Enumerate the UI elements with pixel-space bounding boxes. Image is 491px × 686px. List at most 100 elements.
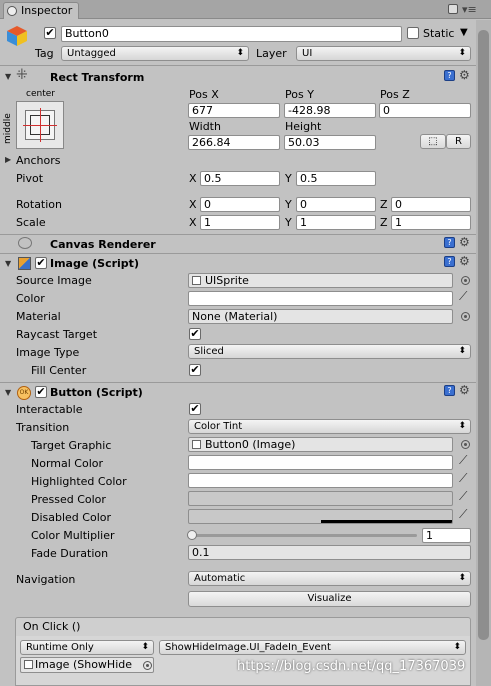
disabled-color-swatch[interactable]: [188, 509, 453, 524]
rotation-z-field[interactable]: 0: [391, 197, 471, 212]
color-multiplier-slider-thumb[interactable]: [187, 530, 197, 540]
foldout-arrow-icon[interactable]: ▼: [5, 388, 11, 397]
help-book-icon[interactable]: ?: [444, 237, 455, 248]
posy-label: Pos Y: [285, 88, 314, 101]
name-field[interactable]: Button0: [61, 26, 402, 42]
image-enabled-checkbox[interactable]: ✔: [35, 257, 47, 269]
posz-field[interactable]: 0: [379, 103, 471, 118]
source-image-label: Source Image: [16, 274, 92, 287]
image-type-dropdown[interactable]: Sliced ⬍: [188, 344, 471, 359]
eyedropper-icon[interactable]: ⟋: [459, 454, 471, 468]
foldout-arrow-icon[interactable]: ▼: [5, 72, 11, 81]
help-book-icon[interactable]: ?: [444, 256, 455, 267]
onclick-header: On Click (): [15, 617, 471, 637]
eyedropper-icon[interactable]: ⟋: [459, 472, 471, 486]
lock-icon[interactable]: [448, 4, 458, 14]
foldout-arrow-icon[interactable]: ▼: [5, 259, 11, 268]
material-label: Material: [16, 310, 61, 323]
active-checkbox[interactable]: ✔: [44, 27, 56, 39]
scale-y-field[interactable]: 1: [296, 215, 376, 230]
navigation-dropdown[interactable]: Automatic ⬍: [188, 571, 471, 586]
gear-icon[interactable]: ⚙: [459, 68, 470, 82]
chevron-icon: ⬍: [453, 642, 461, 652]
scrollbar-thumb[interactable]: [478, 30, 489, 640]
height-field[interactable]: 50.03: [284, 135, 376, 150]
transition-dropdown[interactable]: Color Tint ⬍: [188, 419, 471, 434]
image-script-title[interactable]: Image (Script): [50, 257, 139, 270]
axis-z-label: Z: [380, 216, 388, 229]
pivot-label: Pivot: [16, 172, 44, 185]
color-multiplier-field[interactable]: 1: [422, 528, 471, 543]
target-graphic-field[interactable]: Button0 (Image): [188, 437, 453, 452]
menu-icon[interactable]: ▾≡: [462, 3, 477, 16]
visualize-button[interactable]: Visualize: [188, 591, 471, 607]
static-checkbox[interactable]: [407, 27, 419, 39]
scale-z-field[interactable]: 1: [391, 215, 471, 230]
object-picker-icon[interactable]: [461, 276, 470, 285]
raycast-target-label: Raycast Target: [16, 328, 98, 341]
object-picker-icon[interactable]: [461, 440, 470, 449]
rect-transform-title[interactable]: Rect Transform: [50, 71, 144, 84]
fill-center-checkbox[interactable]: ✔: [189, 364, 201, 376]
sprite-icon: [192, 276, 201, 285]
anchors-label[interactable]: Anchors: [16, 154, 61, 167]
pressed-color-swatch[interactable]: [188, 491, 453, 506]
eyedropper-icon[interactable]: ⟋: [459, 490, 471, 504]
rotation-x-field[interactable]: 0: [200, 197, 280, 212]
anchors-foldout-icon[interactable]: ▶: [5, 155, 11, 164]
canvas-renderer-title[interactable]: Canvas Renderer: [50, 238, 156, 251]
source-image-field[interactable]: UISprite: [188, 273, 453, 288]
rect-transform-icon: ⁜: [16, 67, 28, 83]
button-script-title[interactable]: Button (Script): [50, 386, 143, 399]
canvas-renderer-icon: [18, 237, 32, 249]
raw-edit-button[interactable]: R: [446, 134, 471, 149]
help-book-icon[interactable]: ?: [444, 385, 455, 396]
chevron-icon: ⬍: [236, 48, 244, 58]
layer-value: UI: [302, 48, 313, 59]
axis-y-label: Y: [285, 172, 292, 185]
anchor-preset-top-label: center: [26, 89, 55, 99]
color-multiplier-label: Color Multiplier: [31, 529, 115, 542]
interactable-label: Interactable: [16, 403, 83, 416]
color-swatch[interactable]: [188, 291, 453, 306]
fade-duration-field[interactable]: 0.1: [188, 545, 471, 560]
gameobject-cube-icon: [5, 24, 29, 48]
tag-dropdown[interactable]: Untagged ⬍: [61, 46, 249, 61]
eyedropper-icon[interactable]: ⟋: [459, 290, 471, 304]
anchor-presets-button[interactable]: [16, 101, 64, 149]
help-book-icon[interactable]: ?: [444, 70, 455, 81]
runtime-dropdown[interactable]: Runtime Only ⬍: [20, 640, 154, 655]
axis-z-label: Z: [380, 198, 388, 211]
eyedropper-icon[interactable]: ⟋: [459, 508, 471, 522]
interactable-checkbox[interactable]: ✔: [189, 403, 201, 415]
button-enabled-checkbox[interactable]: ✔: [35, 386, 47, 398]
gear-icon[interactable]: ⚙: [459, 254, 470, 268]
highlighted-color-swatch[interactable]: [188, 473, 453, 488]
gear-icon[interactable]: ⚙: [459, 383, 470, 397]
object-picker-icon[interactable]: [143, 661, 152, 670]
material-field[interactable]: None (Material): [188, 309, 453, 324]
runtime-value: Runtime Only: [26, 642, 94, 653]
blueprint-mode-button[interactable]: ⬚: [420, 134, 446, 149]
image-type-value: Sliced: [194, 346, 224, 357]
onclick-title: On Click (): [23, 620, 81, 633]
object-picker-icon[interactable]: [461, 312, 470, 321]
onclick-object-field[interactable]: Image (ShowHide: [20, 657, 154, 673]
raycast-target-checkbox[interactable]: ✔: [189, 328, 201, 340]
gear-icon[interactable]: ⚙: [459, 235, 470, 249]
scale-x-field[interactable]: 1: [200, 215, 280, 230]
rotation-label: Rotation: [16, 198, 63, 211]
posy-field[interactable]: -428.98: [284, 103, 376, 118]
pivot-x-field[interactable]: 0.5: [200, 171, 280, 186]
color-multiplier-slider-track[interactable]: [192, 534, 417, 537]
source-image-value: UISprite: [205, 274, 249, 287]
tab-inspector[interactable]: Inspector: [3, 2, 79, 19]
width-field[interactable]: 266.84: [188, 135, 280, 150]
function-dropdown[interactable]: ShowHideImage.UI_FadeIn_Event ⬍: [159, 640, 466, 655]
posx-field[interactable]: 677: [188, 103, 280, 118]
normal-color-swatch[interactable]: [188, 455, 453, 470]
rotation-y-field[interactable]: 0: [296, 197, 376, 212]
static-dropdown-icon[interactable]: ▼: [460, 27, 468, 38]
layer-dropdown[interactable]: UI ⬍: [296, 46, 471, 61]
pivot-y-field[interactable]: 0.5: [296, 171, 376, 186]
